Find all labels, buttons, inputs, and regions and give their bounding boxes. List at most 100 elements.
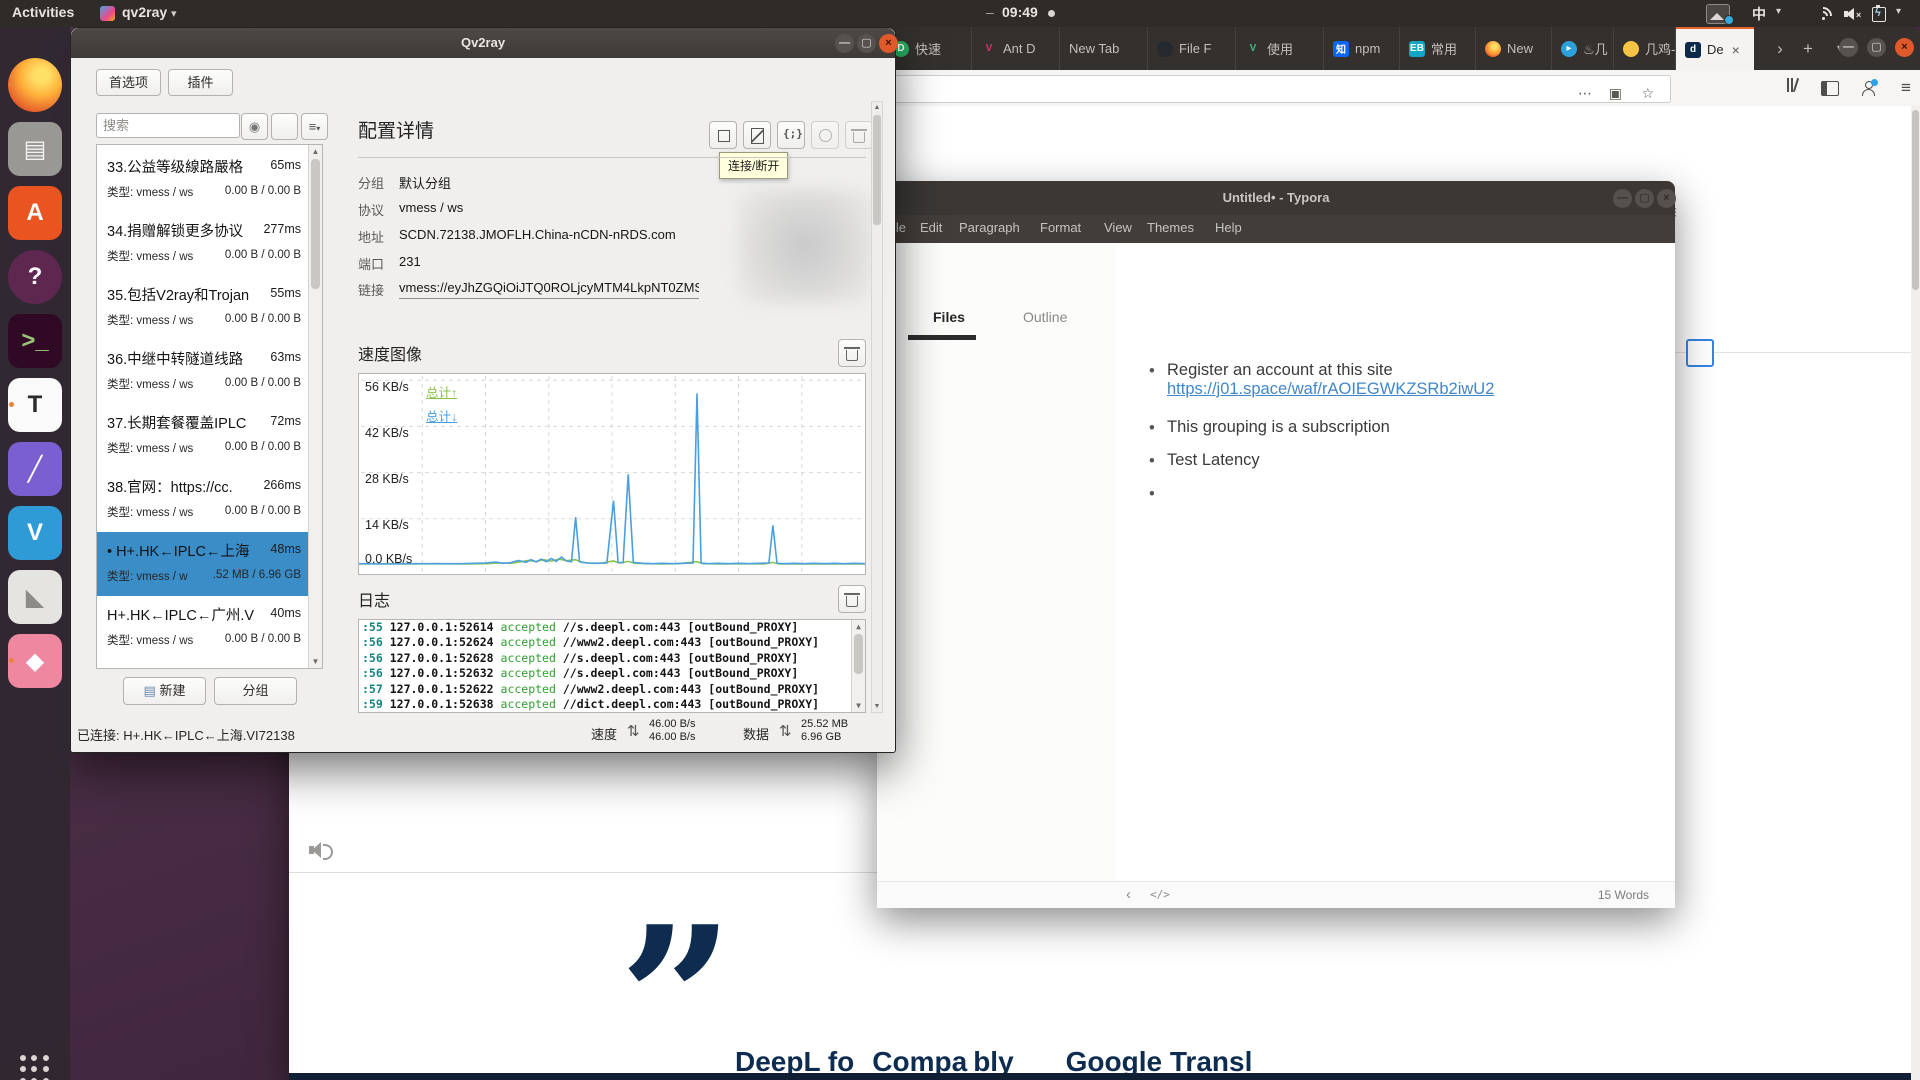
edit-config-button[interactable] — [743, 121, 771, 149]
browser-tab[interactable]: File F — [1148, 27, 1236, 70]
legend-item[interactable]: 总计↓ — [426, 406, 457, 425]
connect-disconnect-button[interactable] — [709, 121, 737, 149]
edit-json-button[interactable]: {;} — [777, 121, 805, 149]
minimize-button[interactable]: — — [835, 34, 854, 53]
browser-tab[interactable]: New — [1476, 27, 1552, 70]
dock-image-viewer[interactable]: ◣ — [8, 570, 62, 624]
activities-button[interactable]: Activities — [12, 4, 74, 20]
browser-tab[interactable]: D快速 — [884, 27, 972, 70]
page-scrollbar[interactable] — [1911, 106, 1920, 1080]
server-item[interactable]: • H+.HK←IPLC←上海 48ms 类型: vmess / w .52 M… — [97, 532, 309, 596]
clock[interactable]: 09:49 — [1002, 4, 1038, 20]
typora-editor[interactable]: •Register an account at this sitehttps:/… — [1116, 243, 1675, 881]
scroll-thumb[interactable] — [311, 159, 320, 289]
menu-icon[interactable]: ≡ — [1895, 78, 1917, 98]
server-item[interactable]: 38.官网：https://cc. 266ms 类型: vmess / ws 0… — [97, 468, 309, 532]
blank-button[interactable] — [271, 113, 298, 140]
new-config-button[interactable]: ▤ 新建 — [123, 677, 206, 705]
server-item[interactable]: 36.中继中转隧道线路 63ms 类型: vmess / ws 0.00 B /… — [97, 340, 309, 404]
source-code-icon[interactable]: </> — [1150, 888, 1170, 901]
dock-vscode[interactable]: V — [8, 506, 62, 560]
dock-typora[interactable]: T — [8, 378, 62, 432]
sidebar-icon[interactable] — [1819, 81, 1841, 100]
tab-close-icon[interactable]: × — [1732, 42, 1740, 58]
menu-paragraph[interactable]: Paragraph — [959, 220, 1020, 235]
sort-button[interactable]: ≡▾ — [301, 113, 328, 140]
plugins-button[interactable]: 插件 — [168, 69, 233, 96]
clear-graph-button[interactable] — [838, 339, 866, 367]
latency-test-button[interactable] — [811, 121, 839, 149]
menu-format[interactable]: Format — [1040, 220, 1081, 235]
delete-config-button[interactable] — [845, 121, 873, 149]
doc-link[interactable]: https://j01.space/waf/rAOIEGWKZSRb2iwU2 — [1167, 380, 1494, 398]
minimize-button[interactable]: — — [1839, 38, 1858, 57]
menu-view[interactable]: View — [1104, 220, 1132, 235]
maximize-button[interactable]: ▢ — [1635, 189, 1654, 208]
focused-control-outline[interactable] — [1686, 339, 1714, 367]
close-button[interactable]: × — [879, 34, 898, 53]
tab-overflow-icon[interactable]: › — [1767, 27, 1793, 70]
volume-muted-icon[interactable]: × — [1844, 8, 1864, 20]
dock-terminal[interactable]: >_ — [8, 314, 62, 368]
menu-edit[interactable]: Edit — [920, 220, 942, 235]
browser-tab[interactable]: New Tab — [1060, 27, 1148, 70]
dock-ubuntu-software[interactable]: A — [8, 186, 62, 240]
tab-files[interactable]: Files — [933, 309, 965, 325]
app-menu[interactable]: qv2ray ▾ — [122, 4, 177, 20]
battery-icon[interactable]: ϟ — [1872, 7, 1886, 22]
browser-tab[interactable]: 几鸡- — [1614, 27, 1676, 70]
list-item[interactable]: •This grouping is a subscription — [1167, 418, 1390, 437]
close-button[interactable]: × — [1895, 38, 1914, 57]
show-applications-button[interactable] — [20, 1055, 50, 1080]
scroll-up-icon[interactable]: ▲ — [309, 147, 322, 156]
menu-themes[interactable]: Themes — [1147, 220, 1194, 235]
wifi-icon[interactable] — [1814, 7, 1832, 21]
browser-tab[interactable]: dDe× — [1676, 27, 1754, 70]
bookmark-star-icon[interactable]: ☆ — [1641, 85, 1654, 102]
maximize-button[interactable]: ▢ — [857, 34, 876, 53]
locate-pin-button[interactable]: ◉ — [241, 113, 268, 140]
panel-scrollbar[interactable]: ▲▼ — [871, 101, 883, 713]
legend-item[interactable]: 总计↑ — [426, 382, 457, 401]
server-item[interactable]: 35.包括V2ray和Trojan 55ms 类型: vmess / ws 0.… — [97, 276, 309, 340]
config-value[interactable]: vmess://eyJhZGQiOiJTQ0ROLjcyMTM4LkpNT0ZM… — [399, 280, 699, 299]
ime-indicator[interactable]: 中 — [1752, 4, 1766, 24]
list-item[interactable]: •Test Latency — [1167, 451, 1260, 470]
browser-tab[interactable]: VAnt D — [972, 27, 1060, 70]
system-menu-caret-icon[interactable]: ▾ — [1896, 6, 1901, 17]
qv2ray-title-bar[interactable]: Qv2ray — ▢ × — [71, 28, 895, 58]
browser-tab[interactable]: V使用 — [1236, 27, 1324, 70]
list-item[interactable]: •Register an account at this sitehttps:/… — [1167, 361, 1494, 399]
server-item[interactable]: 37.长期套餐覆盖IPLC 72ms 类型: vmess / ws 0.00 B… — [97, 404, 309, 468]
server-item[interactable]: 34.捐赠解锁更多协议 277ms 类型: vmess / ws 0.00 B … — [97, 212, 309, 276]
clear-log-button[interactable] — [838, 585, 866, 613]
group-button[interactable]: 分组 — [214, 677, 297, 705]
search-input[interactable]: 搜索 — [96, 113, 240, 138]
dock-file-manager[interactable]: ▤ — [8, 122, 62, 176]
page-actions-icon[interactable]: ⋯ — [1578, 85, 1592, 102]
server-list[interactable]: 33.公益等级線路嚴格 65ms 类型: vmess / ws 0.00 B /… — [96, 144, 323, 669]
save-to-pocket-icon[interactable]: ▣ — [1609, 85, 1622, 102]
browser-tab[interactable]: ▸♨几 — [1552, 27, 1614, 70]
log-scrollbar[interactable]: ▲▼ — [851, 620, 865, 712]
listen-icon[interactable] — [309, 841, 331, 859]
typora-title-bar[interactable]: Untitled• - Typora — ▢ × — [877, 181, 1675, 215]
account-icon[interactable] — [1857, 81, 1879, 98]
new-tab-button[interactable]: + — [1795, 27, 1821, 70]
dock-qv2ray-app[interactable]: ◆ — [8, 634, 62, 688]
server-item[interactable]: H+.HK←IPLC←广州.V 40ms 类型: vmess / ws 0.00… — [97, 596, 309, 660]
dock-firefox[interactable] — [8, 58, 62, 112]
dock-pen-app[interactable]: ╱ — [8, 442, 62, 496]
minimize-button[interactable]: — — [1613, 189, 1632, 208]
dock-help[interactable]: ? — [8, 250, 62, 304]
server-item[interactable]: 33.公益等级線路嚴格 65ms 类型: vmess / ws 0.00 B /… — [97, 148, 309, 212]
preferences-button[interactable]: 首选项 — [96, 69, 161, 96]
url-bar[interactable]: ⋯ ▣ ☆ — [879, 75, 1671, 103]
maximize-button[interactable]: ▢ — [1867, 38, 1886, 57]
tab-outline[interactable]: Outline — [1023, 309, 1067, 325]
browser-tab[interactable]: 知npm — [1324, 27, 1400, 70]
list-scrollbar[interactable]: ▲ ▼ — [308, 145, 322, 668]
scroll-down-icon[interactable]: ▼ — [309, 657, 322, 666]
library-icon[interactable] — [1781, 78, 1803, 96]
server-item[interactable]: H+.HK←IPLC← — [97, 660, 309, 669]
